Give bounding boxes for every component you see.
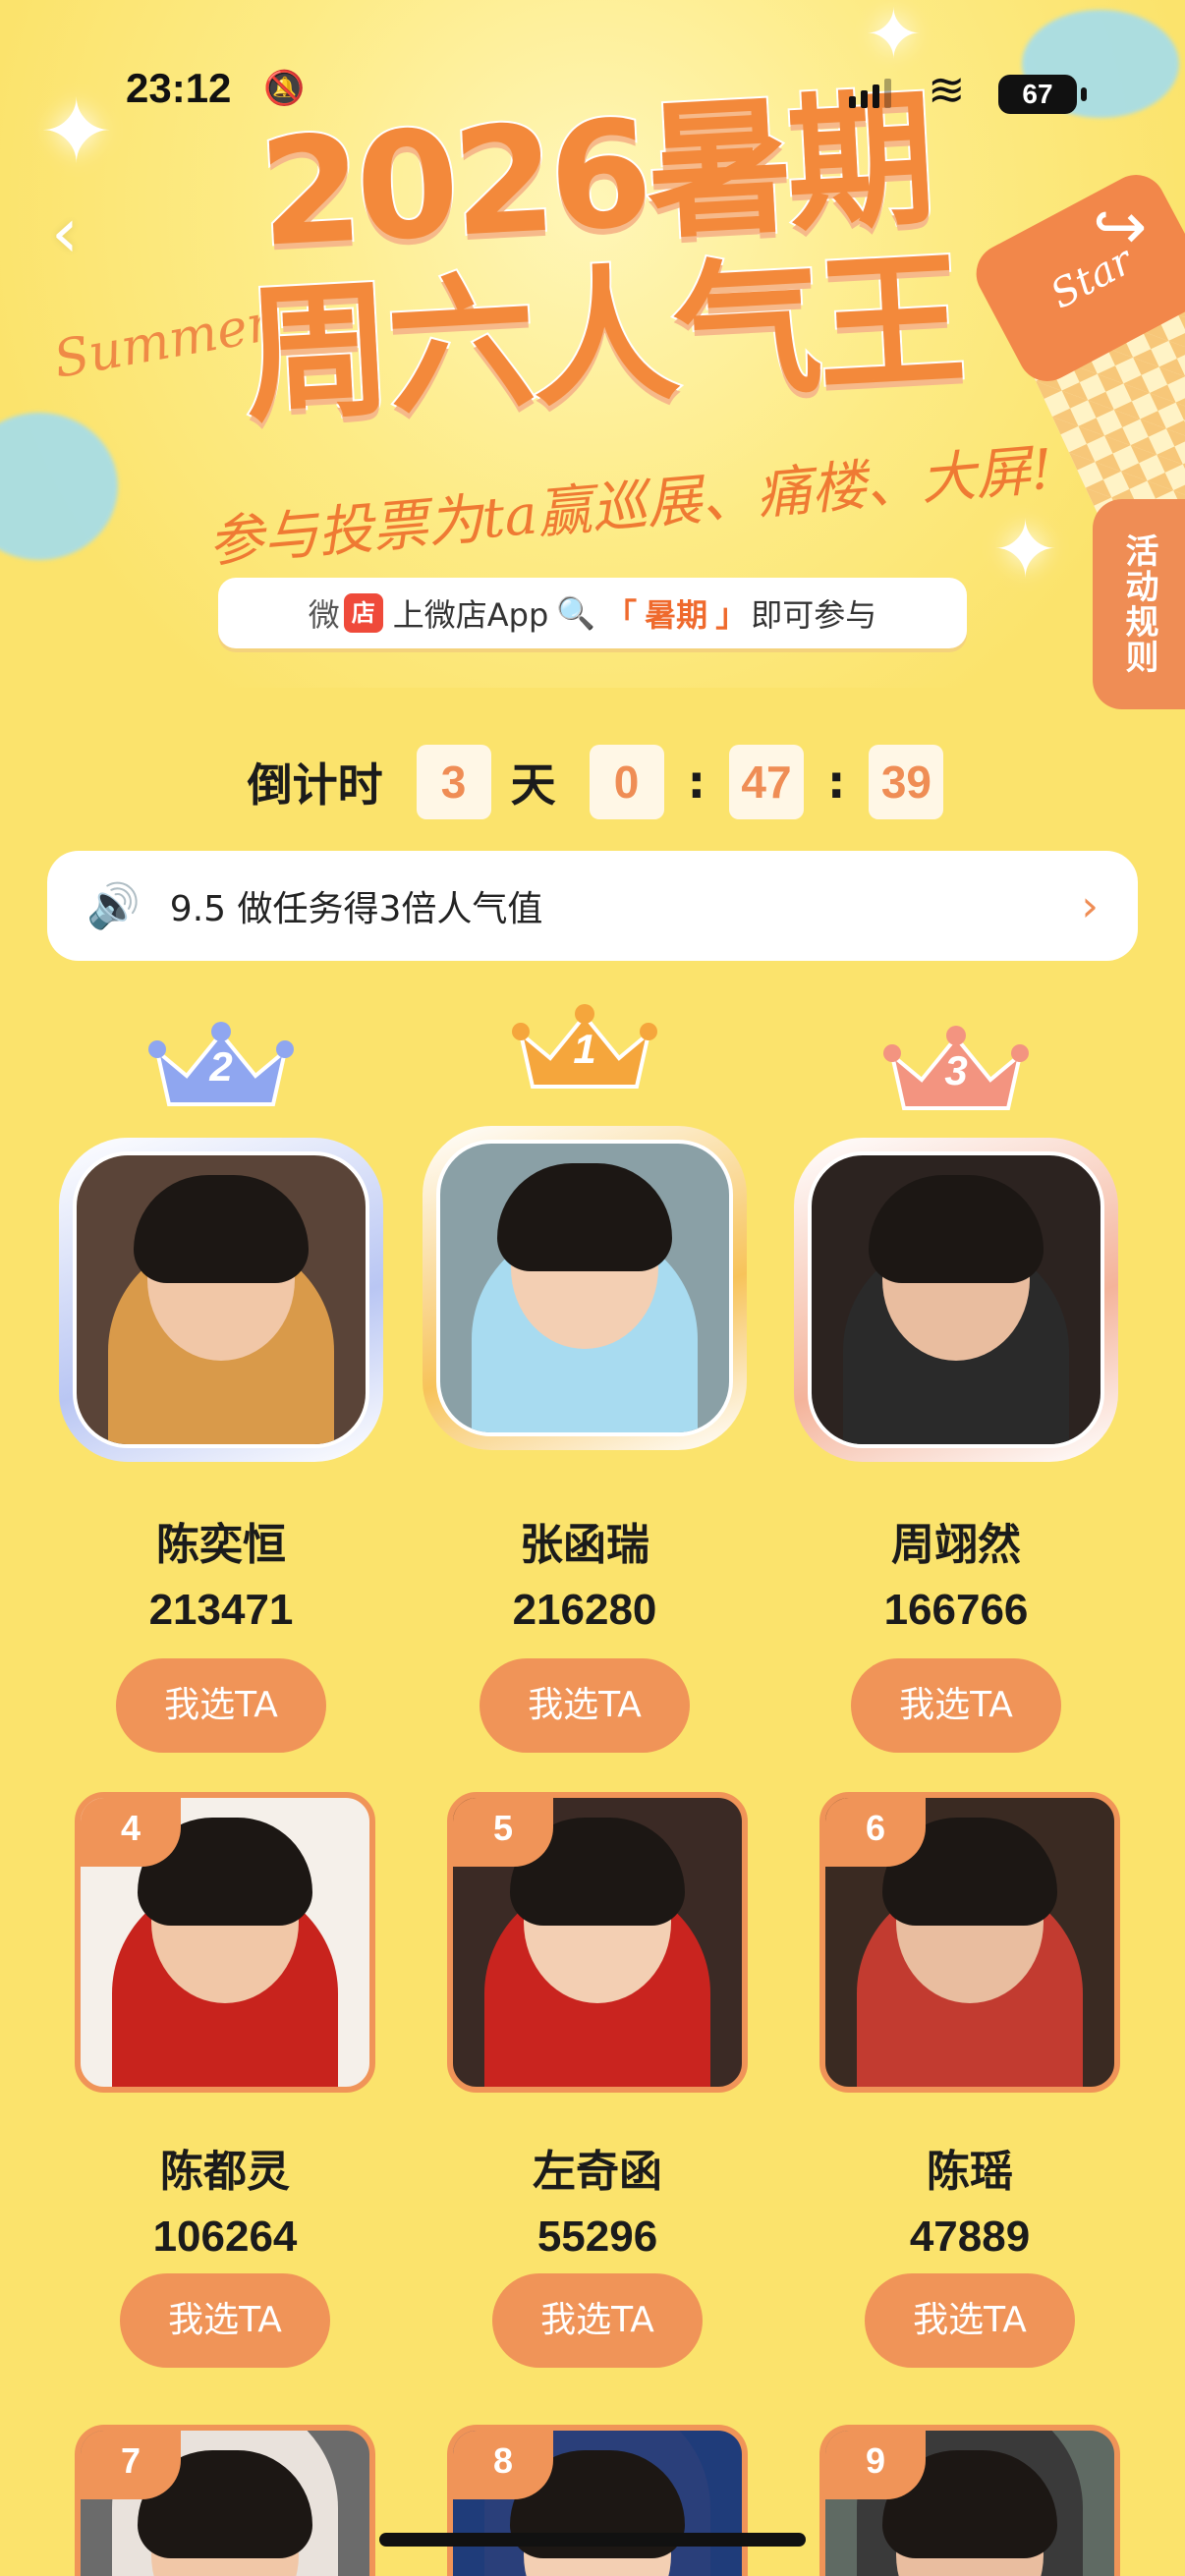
candidate-photo (73, 1151, 369, 1448)
countdown-hours: 0 (589, 745, 664, 819)
candidate-photo[interactable]: 5 (447, 1792, 748, 2093)
countdown-seconds: 39 (869, 745, 944, 819)
rank-badge: 6 (825, 1798, 926, 1867)
countdown-timer: 倒计时 3 天 0 : 47 : 39 (0, 743, 1185, 821)
cellular-signal-icon (849, 79, 891, 108)
portrait-hair (497, 1163, 672, 1271)
vote-button[interactable]: 我选TA (865, 2273, 1075, 2368)
activity-rules-tab[interactable]: 活动规则 (1093, 499, 1185, 709)
search-hint-bracket-close: 」 (715, 596, 748, 634)
candidate-votes: 213471 (148, 1586, 294, 1634)
vote-button[interactable]: 我选TA (492, 2273, 703, 2368)
countdown-minutes: 47 (729, 745, 804, 819)
candidate-photo[interactable]: 6 (819, 1792, 1120, 2093)
candidate-votes: 106264 (152, 2212, 298, 2261)
crown-icon: 1 (511, 1004, 658, 1092)
cloud-decoration (0, 413, 118, 560)
rank-badge: 8 (453, 2431, 553, 2499)
candidate-name: 左奇函 (533, 2147, 662, 2197)
rank-badge: 7 (81, 2431, 181, 2499)
candidate-votes: 216280 (512, 1586, 657, 1634)
candidate-photo[interactable]: 9 (819, 2425, 1120, 2576)
candidate-votes: 166766 (883, 1586, 1029, 1634)
crown-rank-number: 1 (573, 1026, 596, 1072)
vote-button[interactable]: 我选TA (116, 1658, 326, 1753)
candidate-name: 周翊然 (891, 1520, 1021, 1570)
candidate-photo[interactable]: 7 (75, 2425, 375, 2576)
rank-badge: 9 (825, 2431, 926, 2499)
share-arrow-icon[interactable]: ↪ (1093, 189, 1147, 264)
candidate-photo-frame[interactable] (794, 1138, 1118, 1462)
back-arrow-icon[interactable]: ‹ (51, 193, 79, 273)
countdown-separator: : (827, 756, 846, 809)
search-hint-suffix: 即可参与 (751, 596, 877, 634)
candidate-votes: 47889 (909, 2212, 1031, 2261)
candidate-votes: 55296 (536, 2212, 658, 2261)
vote-button[interactable]: 我选TA (851, 1658, 1061, 1753)
crown-icon: 2 (147, 1022, 295, 1110)
candidate-photo (436, 1140, 733, 1436)
candidate-photo-frame[interactable] (423, 1126, 747, 1450)
speaker-icon: 🔊 (86, 881, 141, 931)
event-title-line2: 周六人气王 (238, 233, 967, 445)
crown-rank-number: 2 (209, 1043, 233, 1090)
candidate-name: 张函瑞 (520, 1520, 649, 1570)
status-time: 23:12 (126, 65, 232, 111)
crown-rank-number: 3 (944, 1047, 968, 1093)
candidate-photo (808, 1151, 1104, 1448)
countdown-separator: : (687, 756, 705, 809)
search-hint-prefix: 上微店App (392, 596, 549, 634)
weidian-logo-icon: 店 (343, 593, 383, 633)
vote-button[interactable]: 我选TA (120, 2273, 330, 2368)
sparkle-icon: ✦ (992, 504, 1059, 595)
portrait-hair (869, 1175, 1044, 1283)
candidate-photo[interactable]: 8 (447, 2425, 748, 2576)
candidate-name: 陈瑶 (927, 2147, 1013, 2197)
chevron-right-icon: › (1081, 880, 1099, 931)
portrait-hair (134, 1175, 309, 1283)
battery-icon: 67 (998, 75, 1087, 114)
magnifier-icon: 🔍 (556, 594, 596, 632)
countdown-label: 倒计时 (247, 758, 383, 812)
search-hint-keyword: 暑期 (645, 596, 708, 634)
vote-button[interactable]: 我选TA (480, 1658, 690, 1753)
rank-badge: 4 (81, 1798, 181, 1867)
countdown-days-unit: 天 (510, 758, 556, 812)
candidate-name: 陈都灵 (160, 2147, 290, 2197)
status-bar: 23:12 🔕 ≋ 67 (0, 0, 1185, 196)
bell-off-icon: 🔕 (263, 69, 306, 108)
countdown-days: 3 (416, 745, 491, 819)
candidate-name: 陈奕恒 (156, 1520, 286, 1570)
notice-text: 9.5 做任务得3倍人气值 (169, 889, 543, 929)
search-hint-bracket-open: 「 (605, 596, 638, 634)
weidian-logo-text: 微 (308, 596, 340, 634)
rank-badge: 5 (453, 1798, 553, 1867)
candidate-photo-frame[interactable] (59, 1138, 383, 1462)
wifi-icon: ≋ (928, 63, 966, 116)
home-indicator (379, 2533, 806, 2547)
candidate-photo[interactable]: 4 (75, 1792, 375, 2093)
task-notice-bar[interactable]: 🔊 9.5 做任务得3倍人气值 › (47, 851, 1138, 961)
crown-icon: 3 (882, 1026, 1030, 1114)
search-hint: 微 店 上微店App 🔍 「 暑期 」 即可参与 (218, 578, 967, 648)
